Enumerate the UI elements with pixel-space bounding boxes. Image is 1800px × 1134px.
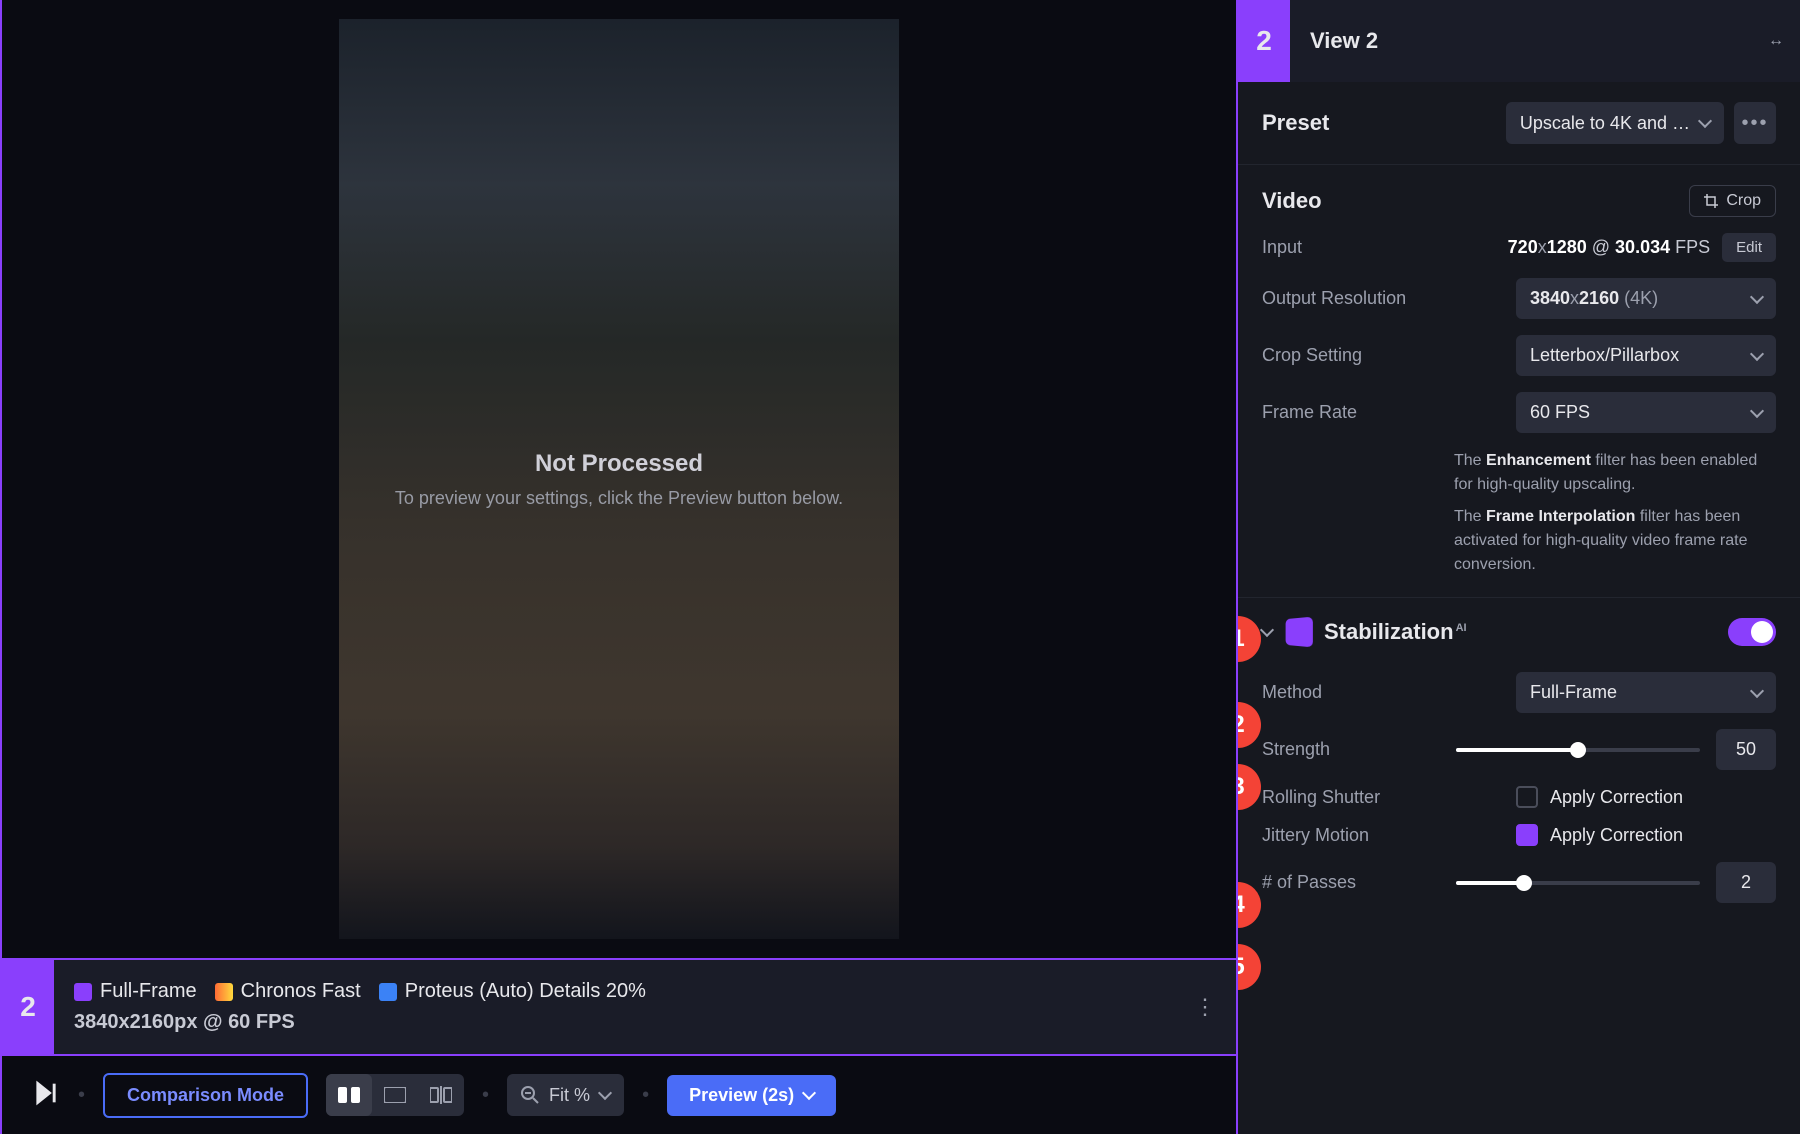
zoom-out-icon[interactable] bbox=[521, 1086, 539, 1104]
crop-setting-dropdown[interactable]: Letterbox/Pillarbox bbox=[1516, 335, 1776, 376]
panel-title: View 2 bbox=[1290, 28, 1752, 54]
expand-horizontal-icon[interactable]: ↔ bbox=[1752, 32, 1800, 50]
preset-section: Preset Upscale to 4K and … ••• bbox=[1238, 82, 1800, 165]
zoom-control[interactable]: Fit % bbox=[507, 1074, 624, 1116]
interpolation-info: The Frame Interpolation filter has been … bbox=[1262, 505, 1776, 577]
method-label: Method bbox=[1262, 682, 1322, 703]
stabilization-header: StabilizationAI bbox=[1238, 598, 1800, 666]
input-value: 720x1280 @ 30.034 FPS bbox=[1508, 237, 1710, 258]
edit-input-button[interactable]: Edit bbox=[1722, 233, 1776, 262]
stabilization-section: 1 StabilizationAI 2 Method Full-Frame 3 … bbox=[1238, 598, 1800, 923]
rolling-shutter-checkbox[interactable] bbox=[1516, 786, 1538, 808]
preview-area: Not Processed To preview your settings, … bbox=[2, 0, 1236, 958]
layout-buttons bbox=[326, 1074, 464, 1116]
preset-dropdown[interactable]: Upscale to 4K and … bbox=[1506, 102, 1724, 144]
tag-proteus: Proteus (Auto) Details 20% bbox=[379, 980, 646, 1003]
panel-badge: 2 bbox=[1238, 0, 1290, 82]
preset-more-button[interactable]: ••• bbox=[1734, 102, 1776, 144]
output-resolution-dropdown[interactable]: 3840x2160 (4K) bbox=[1516, 278, 1776, 319]
stabilization-toggle[interactable] bbox=[1728, 618, 1776, 646]
more-menu-button[interactable]: ⋮ bbox=[1194, 994, 1236, 1020]
preset-label: Preset bbox=[1262, 110, 1329, 136]
panel-header: 2 View 2 ↔ bbox=[1238, 0, 1800, 82]
rolling-shutter-check-label: Apply Correction bbox=[1550, 787, 1683, 808]
preview-button[interactable]: Preview (2s) bbox=[667, 1075, 836, 1116]
frame-rate-label: Frame Rate bbox=[1262, 402, 1357, 423]
split-vertical-icon[interactable] bbox=[326, 1074, 372, 1116]
status-bar: 2 Full-Frame Chronos Fast Proteus (Auto)… bbox=[2, 958, 1236, 1056]
passes-label: # of Passes bbox=[1262, 872, 1356, 893]
tag-fullframe: Full-Frame bbox=[74, 980, 197, 1003]
annotation-4: 4 bbox=[1238, 882, 1261, 928]
jittery-motion-checkbox[interactable] bbox=[1516, 824, 1538, 846]
settings-panel: 2 View 2 ↔ Preset Upscale to 4K and … ••… bbox=[1238, 0, 1800, 1134]
tag-chronos: Chronos Fast bbox=[215, 980, 361, 1003]
left-pane: Not Processed To preview your settings, … bbox=[0, 0, 1238, 1134]
rolling-shutter-label: Rolling Shutter bbox=[1262, 787, 1380, 808]
comparison-mode-button[interactable]: Comparison Mode bbox=[103, 1073, 308, 1118]
enhancement-info: The Enhancement filter has been enabled … bbox=[1262, 449, 1776, 497]
bottom-toolbar: • Comparison Mode • Fit % • Preview (2s) bbox=[2, 1056, 1236, 1134]
mirror-view-icon[interactable] bbox=[418, 1074, 464, 1116]
crop-icon bbox=[1704, 194, 1718, 208]
play-button[interactable] bbox=[32, 1079, 60, 1112]
preview-status-title: Not Processed bbox=[395, 450, 843, 478]
view-badge: 2 bbox=[2, 960, 54, 1054]
strength-value[interactable]: 50 bbox=[1716, 729, 1776, 770]
passes-value[interactable]: 2 bbox=[1716, 862, 1776, 903]
stabilization-title: StabilizationAI bbox=[1324, 619, 1467, 645]
crop-setting-label: Crop Setting bbox=[1262, 345, 1362, 366]
annotation-3: 3 bbox=[1238, 764, 1261, 810]
video-title: Video bbox=[1262, 188, 1322, 214]
chevron-down-icon bbox=[598, 1086, 612, 1100]
video-section: Video Crop Input 720x1280 @ 30.034 FPS E… bbox=[1238, 165, 1800, 598]
preview-overlay: Not Processed To preview your settings, … bbox=[395, 450, 843, 509]
frame-rate-dropdown[interactable]: 60 FPS bbox=[1516, 392, 1776, 433]
output-resolution-label: 3840x2160px @ 60 FPS bbox=[74, 1011, 1174, 1034]
cube-icon bbox=[74, 983, 92, 1001]
strength-label: Strength bbox=[1262, 739, 1330, 760]
preview-status-subtitle: To preview your settings, click the Prev… bbox=[395, 488, 843, 509]
chevron-down-icon[interactable] bbox=[1260, 623, 1274, 637]
stabilization-icon bbox=[1286, 617, 1313, 648]
annotation-5: 5 bbox=[1238, 944, 1261, 990]
status-info: Full-Frame Chronos Fast Proteus (Auto) D… bbox=[54, 966, 1194, 1048]
method-dropdown[interactable]: Full-Frame bbox=[1516, 672, 1776, 713]
single-view-icon[interactable] bbox=[372, 1074, 418, 1116]
crop-button[interactable]: Crop bbox=[1689, 185, 1776, 217]
output-label: Output Resolution bbox=[1262, 288, 1406, 309]
passes-slider[interactable] bbox=[1456, 881, 1700, 885]
jittery-motion-check-label: Apply Correction bbox=[1550, 825, 1683, 846]
input-label: Input bbox=[1262, 237, 1302, 258]
strength-slider[interactable] bbox=[1456, 748, 1700, 752]
zoom-label: Fit % bbox=[549, 1085, 590, 1106]
cube-icon bbox=[379, 983, 397, 1001]
cube-icon bbox=[215, 983, 233, 1001]
jittery-motion-label: Jittery Motion bbox=[1262, 825, 1369, 846]
filter-tags: Full-Frame Chronos Fast Proteus (Auto) D… bbox=[74, 980, 1174, 1003]
